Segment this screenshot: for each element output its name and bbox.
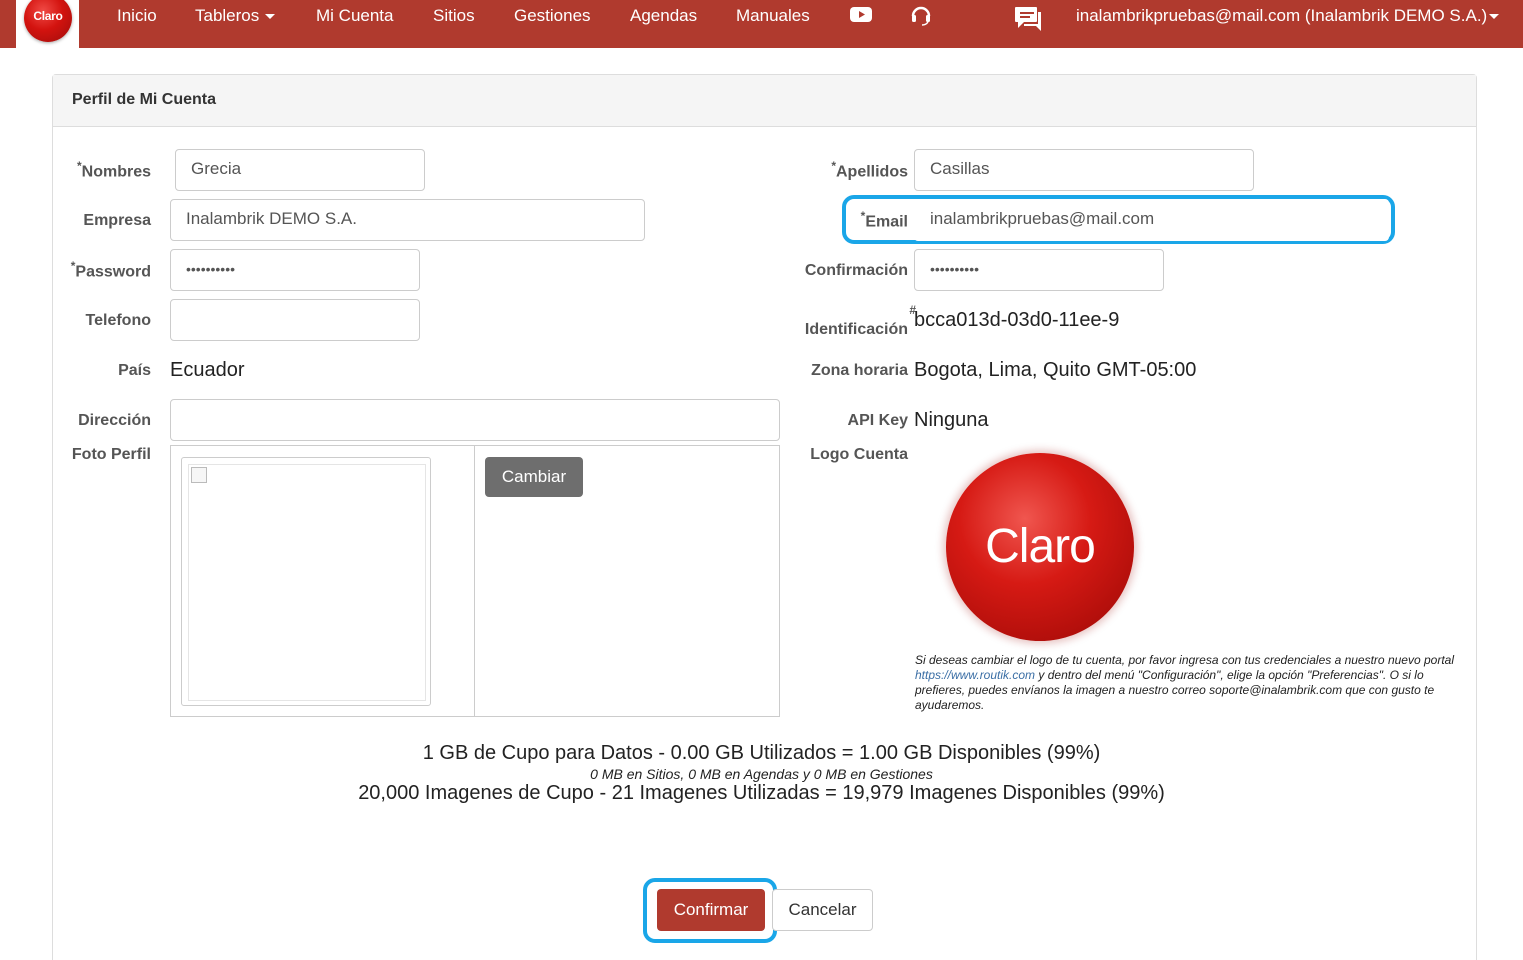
claro-logo-icon: Claro [24, 0, 72, 42]
email-label: *Email [860, 209, 908, 231]
api-key-label: API Key [847, 412, 908, 429]
nav-tableros-label: Tableros [195, 6, 260, 25]
nav-gestiones[interactable]: Gestiones [514, 6, 591, 26]
broken-image-icon [191, 467, 207, 483]
logo-cuenta-label: Logo Cuenta [810, 446, 908, 463]
direccion-input[interactable] [170, 399, 780, 441]
nav-mi-cuenta[interactable]: Mi Cuenta [316, 6, 393, 26]
user-menu[interactable]: inalambrikpruebas@mail.com (Inalambrik D… [1076, 6, 1500, 26]
empresa-input[interactable]: Inalambrik DEMO S.A. [170, 199, 645, 241]
identificacion-value: bcca013d-03d0-11ee-9 [914, 309, 1120, 331]
zona-horaria-label: Zona horaria [811, 362, 908, 379]
panel-title: Perfil de Mi Cuenta [72, 91, 217, 108]
apellidos-label: *Apellidos [831, 159, 908, 181]
confirm-button[interactable]: Confirmar [657, 889, 765, 931]
pais-value: Ecuador [170, 359, 245, 381]
password-label: *Password [70, 259, 151, 281]
nombres-input[interactable]: Grecia [175, 149, 425, 191]
cancel-button[interactable]: Cancelar [772, 889, 873, 931]
email-input[interactable]: inalambrikpruebas@mail.com [914, 199, 1389, 241]
telefono-input[interactable] [170, 299, 420, 341]
quota-detail-line: 0 MB en Sitios, 0 MB en Agendas y 0 MB e… [590, 766, 933, 782]
foto-perfil-label: Foto Perfil [71, 446, 151, 463]
profile-photo-frame [188, 464, 426, 701]
nombres-label: *Nombres [76, 159, 151, 181]
confirmacion-input[interactable]: •••••••••• [914, 249, 1164, 291]
youtube-icon[interactable] [850, 4, 872, 29]
direccion-label: Dirección [78, 412, 151, 429]
pais-label: País [118, 362, 151, 379]
confirmacion-label: Confirmación [804, 262, 908, 279]
zona-horaria-value: Bogota, Lima, Quito GMT-05:00 [914, 359, 1197, 381]
caret-down-icon [1489, 14, 1500, 20]
caret-down-icon [265, 14, 276, 20]
cambiar-button[interactable]: Cambiar [485, 457, 583, 497]
user-menu-label: inalambrikpruebas@mail.com (Inalambrik D… [1076, 6, 1488, 25]
headset-icon[interactable] [910, 4, 932, 31]
nav-agendas[interactable]: Agendas [630, 6, 697, 26]
telefono-label: Telefono [85, 312, 151, 329]
api-key-value: Ninguna [914, 409, 989, 431]
password-input[interactable]: •••••••••• [170, 249, 420, 291]
account-logo-icon: Claro [946, 453, 1134, 641]
empresa-label: Empresa [83, 212, 151, 229]
apellidos-input[interactable]: Casillas [914, 149, 1254, 191]
nav-inicio[interactable]: Inicio [117, 6, 157, 26]
quota-data-line: 1 GB de Cupo para Datos - 0.00 GB Utiliz… [422, 742, 1101, 764]
nav-tableros[interactable]: Tableros [195, 6, 276, 26]
routik-link[interactable]: https://www.routik.com [915, 668, 1035, 682]
identificacion-label: Identificación [804, 321, 908, 338]
quota-images-line: 20,000 Imagenes de Cupo - 21 Imagenes Ut… [358, 782, 1165, 804]
profile-photo [181, 457, 431, 706]
brand-logo[interactable]: Claro [16, 0, 79, 48]
photo-divider [474, 446, 475, 716]
nav-manuales[interactable]: Manuales [736, 6, 810, 26]
foto-perfil-box: Cambiar [170, 445, 780, 717]
nav-sitios[interactable]: Sitios [433, 6, 475, 26]
top-navbar: Claro Inicio Tableros Mi Cuenta Sitios G… [0, 0, 1523, 48]
logo-note: Si deseas cambiar el logo de tu cuenta, … [915, 653, 1454, 712]
panel-heading: Perfil de Mi Cuenta [53, 75, 1476, 127]
chat-icon[interactable] [1014, 6, 1042, 37]
